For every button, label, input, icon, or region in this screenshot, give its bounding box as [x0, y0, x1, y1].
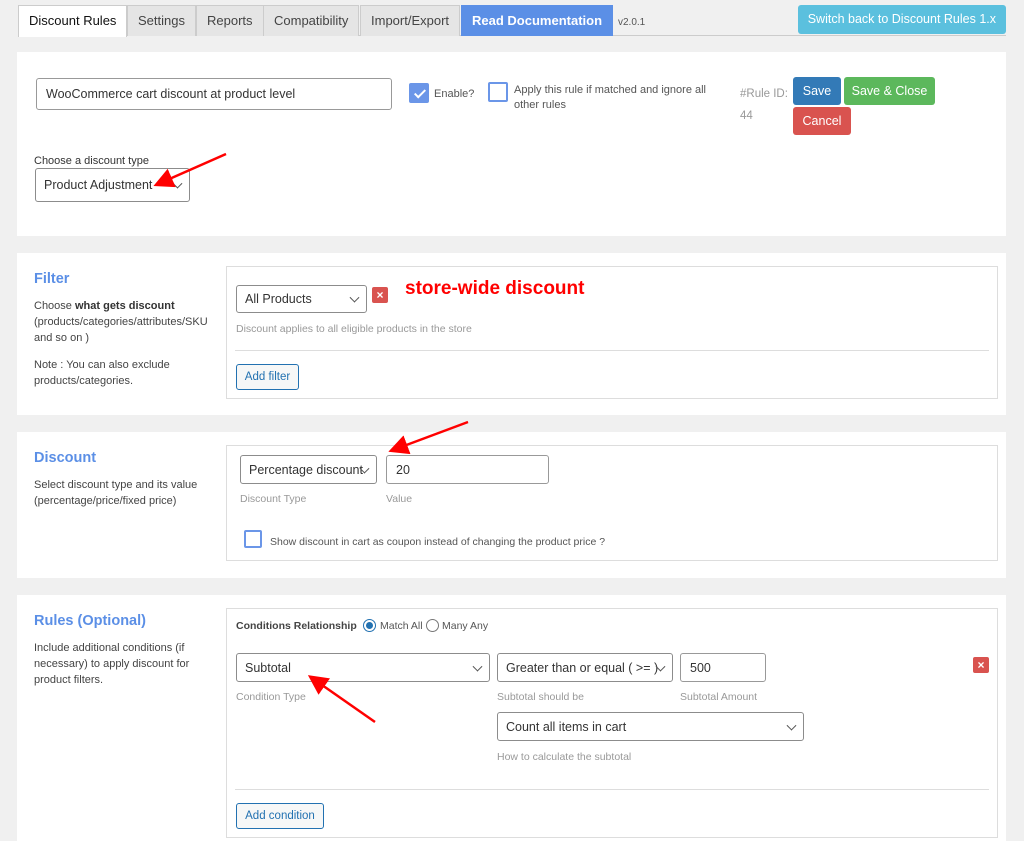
filter-divider — [235, 350, 989, 351]
add-condition-button[interactable]: Add condition — [236, 803, 324, 829]
tab-settings[interactable]: Settings — [127, 5, 196, 36]
chevron-down-icon — [786, 720, 797, 731]
rules-box: Conditions Relationship Match All Many A… — [226, 608, 998, 838]
filter-box: All Products × store-wide discount Disco… — [226, 266, 998, 399]
subtotal-calculation-value: Count all items in cart — [506, 719, 627, 734]
coupon-label: Show discount in cart as coupon instead … — [270, 536, 606, 548]
store-wide-annotation: store-wide discount — [405, 278, 585, 299]
save-button[interactable]: Save — [793, 77, 841, 105]
condition-type-value: Subtotal — [245, 660, 291, 675]
tab-bar: Discount Rules Settings Reports Compatib… — [18, 5, 1006, 37]
remove-filter-icon[interactable]: × — [372, 287, 388, 303]
condition-type-hint: Condition Type — [236, 691, 306, 703]
discount-type-label: Choose a discount type — [34, 155, 149, 167]
operator-value: Greater than or equal ( >= ) — [506, 660, 659, 675]
switch-back-button[interactable]: Switch back to Discount Rules 1.x — [797, 5, 1006, 34]
discount-box: Percentage discount 20 Discount Type Val… — [226, 445, 998, 561]
filter-note: Note : You can also exclude products/cat… — [34, 359, 170, 387]
match-all-label: Match All — [380, 620, 423, 632]
discount-type-value: Product Adjustment — [44, 178, 153, 192]
operator-hint: Subtotal should be — [497, 691, 584, 703]
tab-import-export[interactable]: Import/Export — [360, 5, 461, 36]
filter-desc-rest: (products/categories/attributes/SKU and … — [34, 316, 208, 344]
operator-select[interactable]: Greater than or equal ( >= ) — [497, 653, 673, 682]
exclusive-rule-checkbox[interactable] — [488, 82, 508, 102]
filter-type-value: All Products — [245, 292, 312, 306]
condition-type-select[interactable]: Subtotal — [236, 653, 490, 682]
tab-discount-rules[interactable]: Discount Rules — [18, 5, 128, 37]
match-all-radio[interactable] — [363, 619, 376, 632]
many-any-radio[interactable] — [426, 619, 439, 632]
discount-title: Discount — [34, 450, 97, 466]
remove-condition-icon[interactable]: × — [973, 657, 989, 673]
coupon-checkbox[interactable] — [244, 530, 262, 548]
filter-hint: Discount applies to all eligible product… — [236, 323, 472, 335]
rule-header-panel: WooCommerce cart discount at product lev… — [17, 52, 1006, 236]
many-any-label: Many Any — [442, 620, 489, 632]
discount-value-hint: Value — [386, 493, 413, 505]
chevron-down-icon — [349, 292, 360, 303]
rules-title: Rules (Optional) — [34, 613, 146, 629]
rules-divider — [235, 789, 989, 790]
chevron-down-icon — [472, 661, 483, 672]
discount-type-value-select[interactable]: Percentage discount — [240, 455, 377, 484]
enable-checkbox[interactable] — [409, 83, 429, 103]
rules-description: Include additional conditions (if necess… — [34, 642, 190, 686]
discount-description: Select discount type and its value (perc… — [34, 479, 198, 507]
rule-id-label: #Rule ID: — [740, 88, 788, 100]
subtotal-calculation-select[interactable]: Count all items in cart — [497, 712, 804, 741]
subtotal-amount-input[interactable]: 500 — [680, 653, 766, 682]
rule-name-input[interactable]: WooCommerce cart discount at product lev… — [36, 78, 392, 110]
tab-reports[interactable]: Reports — [196, 5, 264, 36]
read-documentation-button[interactable]: Read Documentation — [461, 5, 614, 36]
conditions-relationship-label: Conditions Relationship — [236, 620, 357, 632]
filter-type-select[interactable]: All Products — [236, 285, 367, 313]
save-close-button[interactable]: Save & Close — [844, 77, 935, 105]
discount-type-hint: Discount Type — [240, 493, 307, 505]
subtotal-amount-hint: Subtotal Amount — [680, 691, 758, 703]
rule-id-value: 44 — [740, 110, 753, 122]
subtotal-calculation-hint: How to calculate the subtotal — [497, 751, 632, 763]
version-label: v2.0.1 — [618, 17, 646, 28]
discount-value-input[interactable]: 20 — [386, 455, 549, 484]
discount-panel: Discount Select discount type and its va… — [17, 432, 1006, 578]
enable-label: Enable? — [434, 88, 475, 100]
filter-panel: Filter Choose what gets discount (produc… — [17, 253, 1006, 415]
tab-compatibility[interactable]: Compatibility — [263, 5, 360, 36]
rules-panel: Rules (Optional) Include additional cond… — [17, 595, 1006, 841]
discount-type-selected: Percentage discount — [249, 462, 363, 477]
discount-type-select[interactable]: Product Adjustment — [35, 168, 190, 202]
filter-description: Choose what gets discount (products/cate… — [34, 298, 219, 346]
cancel-button[interactable]: Cancel — [793, 107, 851, 135]
filter-desc-prefix: Choose — [34, 300, 75, 312]
filter-desc-bold: what gets discount — [74, 300, 175, 312]
exclusive-rule-label: Apply this rule if matched and ignore al… — [514, 84, 706, 111]
filter-title: Filter — [34, 271, 70, 287]
add-filter-button[interactable]: Add filter — [236, 364, 299, 390]
chevron-down-icon — [172, 178, 183, 189]
